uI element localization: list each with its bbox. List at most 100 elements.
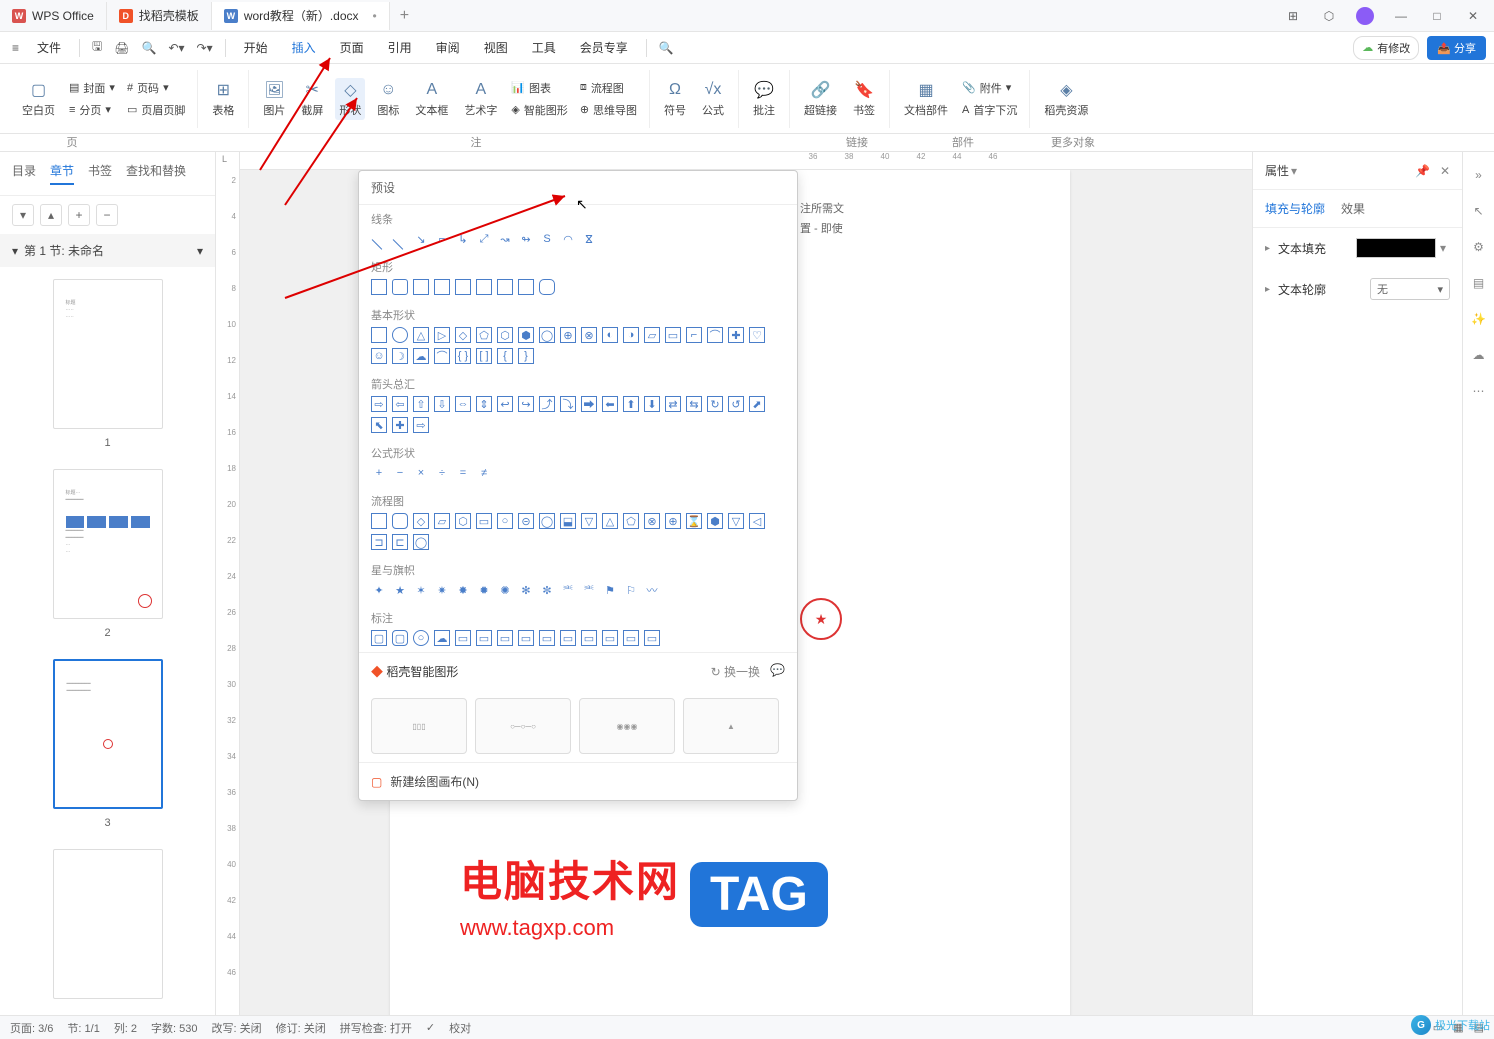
flow-shape[interactable]: ⬢ — [707, 513, 723, 529]
flow-shape[interactable]: ▽ — [728, 513, 744, 529]
basic-shape[interactable] — [371, 327, 387, 343]
banner-shape[interactable]: ⎃ — [581, 582, 597, 598]
callout-shape[interactable]: ▭ — [644, 630, 660, 646]
callout-shape[interactable]: ▭ — [476, 630, 492, 646]
menu-reference[interactable]: 引用 — [378, 35, 422, 60]
horizontal-ruler[interactable]: 363840424446 — [240, 152, 1252, 170]
status-page[interactable]: 页面: 3/6 — [10, 1020, 53, 1036]
basic-shape[interactable]: ⬡ — [497, 327, 513, 343]
nav-remove-button[interactable]: − — [96, 204, 118, 226]
star-shape[interactable]: ✻ — [518, 582, 534, 598]
flow-shape[interactable]: ⊗ — [644, 513, 660, 529]
panel-close-icon[interactable]: ✕ — [1440, 164, 1450, 178]
arrow-shape[interactable]: ✚ — [392, 417, 408, 433]
equation-button[interactable]: √x公式 — [698, 78, 728, 120]
outline-select[interactable]: 无▾ — [1370, 278, 1450, 300]
status-proof[interactable]: 校对 — [449, 1020, 471, 1036]
arrow-shape[interactable]: ⬈ — [749, 396, 765, 412]
preview-icon[interactable]: 🔍 — [138, 37, 161, 59]
basic-shape[interactable]: [ ] — [476, 348, 492, 364]
arrow-shape[interactable]: ⇕ — [476, 396, 492, 412]
arrow-shape[interactable]: ⇄ — [665, 396, 681, 412]
arrow-shape[interactable]: ⮕ — [581, 396, 597, 412]
smart-template-1[interactable]: ▯▯▯ — [371, 698, 467, 754]
arrow-shape[interactable]: ⤴ — [539, 396, 555, 412]
flow-shape[interactable]: ⊝ — [518, 513, 534, 529]
picture-button[interactable]: 🖼图片 — [259, 78, 289, 120]
arrow-shape[interactable]: ⬅ — [602, 396, 618, 412]
undo-icon[interactable]: ↶▾ — [164, 37, 188, 59]
headerfooter-button[interactable]: ▭ 页眉页脚 — [125, 100, 187, 120]
chat-icon[interactable]: 💬 — [770, 663, 785, 680]
tab-document[interactable]: W word教程（新）.docx • — [212, 2, 390, 30]
menu-tools[interactable]: 工具 — [522, 35, 566, 60]
curve-shape[interactable]: ⤢ — [476, 231, 492, 247]
banner-shape[interactable]: ⎃ — [560, 582, 576, 598]
maximize-icon[interactable]: □ — [1428, 7, 1446, 25]
cloud-icon[interactable]: ☁ — [1470, 346, 1488, 364]
more-icon[interactable]: ⋯ — [1470, 382, 1488, 400]
elbow-shape[interactable]: ⌐ — [434, 231, 450, 247]
comment-button[interactable]: 💬批注 — [749, 78, 779, 120]
arrow-shape[interactable]: ⇧ — [413, 396, 429, 412]
basic-shape[interactable]: ▷ — [434, 327, 450, 343]
status-track[interactable]: 改写: 关闭 — [212, 1020, 262, 1036]
smart-template-2[interactable]: ○─○─○ — [475, 698, 571, 754]
vertical-ruler[interactable]: L 24681012141618202224262830323436384042… — [216, 152, 240, 1021]
basic-shape[interactable]: ▱ — [644, 327, 660, 343]
flow-shape[interactable]: ⬓ — [560, 513, 576, 529]
page-thumbnail-3[interactable]: ━━━━━━━━━━━━━━━━ — [53, 659, 163, 809]
callout-shape[interactable]: ☁ — [434, 630, 450, 646]
arrow-shape[interactable]: ⇔ — [455, 396, 471, 412]
formula-shape[interactable]: ≠ — [476, 465, 492, 481]
attachment-button[interactable]: 📎 附件 ▾ — [960, 78, 1019, 98]
flow-shape[interactable]: ○ — [497, 513, 513, 529]
curve-shape[interactable]: S — [539, 231, 555, 247]
basic-shape[interactable]: } — [518, 348, 534, 364]
arrow-shape[interactable]: ↻ — [707, 396, 723, 412]
cursor-icon[interactable]: ↖ — [1470, 202, 1488, 220]
nav-tab-toc[interactable]: 目录 — [12, 162, 36, 185]
callout-shape[interactable]: ▭ — [581, 630, 597, 646]
docpart-button[interactable]: ▦文档部件 — [900, 78, 952, 120]
menu-start[interactable]: 开始 — [234, 35, 278, 60]
redo-icon[interactable]: ↷▾ — [193, 37, 217, 59]
formula-shape[interactable]: ÷ — [434, 465, 450, 481]
formula-shape[interactable]: − — [392, 465, 408, 481]
page-thumbnail-2[interactable]: 标题···━━━━━━━━━━━━━━━━━━······ — [53, 469, 163, 619]
search-icon[interactable]: 🔍 — [655, 37, 678, 59]
star-shape[interactable]: ✷ — [434, 582, 450, 598]
nav-add-button[interactable]: + — [68, 204, 90, 226]
basic-shape[interactable]: ◇ — [455, 327, 471, 343]
page-thumbnail-4[interactable] — [53, 849, 163, 999]
flow-shape[interactable]: ◯ — [539, 513, 555, 529]
status-col[interactable]: 列: 2 — [114, 1020, 137, 1036]
curve-shape[interactable]: ↬ — [518, 231, 534, 247]
flow-shape[interactable]: ⊐ — [371, 534, 387, 550]
print-icon[interactable]: 🖨 — [110, 37, 133, 59]
flow-shape[interactable]: ◯ — [413, 534, 429, 550]
basic-shape[interactable]: ⬢ — [518, 327, 534, 343]
nav-down-button[interactable]: ▾ — [12, 204, 34, 226]
save-icon[interactable]: 🖫 — [88, 33, 106, 62]
callout-shape[interactable]: ▭ — [602, 630, 618, 646]
basic-shape[interactable]: ⊕ — [560, 327, 576, 343]
triangle-shape[interactable]: △ — [413, 327, 429, 343]
arrow-shape[interactable]: ⇩ — [434, 396, 450, 412]
star-shape[interactable]: ✸ — [455, 582, 471, 598]
star-shape[interactable]: ★ — [392, 582, 408, 598]
flow-shape[interactable]: ◁ — [749, 513, 765, 529]
ai-icon[interactable]: ✨ — [1470, 310, 1488, 328]
flow-shape[interactable]: ⌛ — [686, 513, 702, 529]
minimize-icon[interactable]: — — [1392, 7, 1410, 25]
swap-button[interactable]: ↻ 换一换 — [711, 663, 760, 680]
smart-template-3[interactable]: ◉◉◉ — [579, 698, 675, 754]
callout-shape[interactable]: ○ — [413, 630, 429, 646]
arrow-shape[interactable]: ⬆ — [623, 396, 639, 412]
expand-icon[interactable]: ▸ — [1265, 243, 1270, 254]
flow-shape[interactable]: ⬡ — [455, 513, 471, 529]
flow-shape[interactable]: ◇ — [413, 513, 429, 529]
shape-button[interactable]: ◇形状 — [335, 78, 365, 120]
flow-shape[interactable] — [392, 513, 408, 529]
line-shape[interactable] — [371, 231, 387, 247]
